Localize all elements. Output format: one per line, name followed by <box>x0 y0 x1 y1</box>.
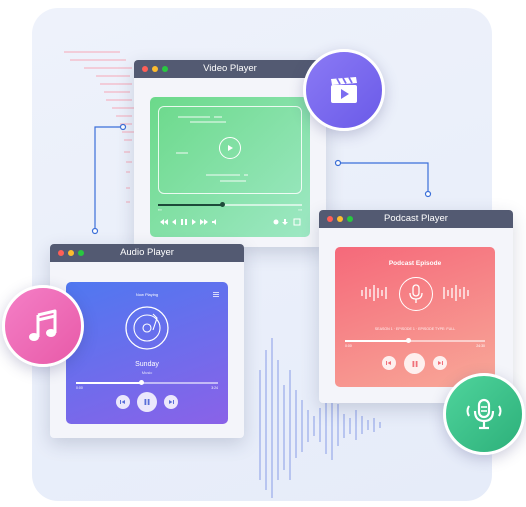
audio-player-titlebar: Audio Player <box>50 244 244 262</box>
audio-player-title: Audio Player <box>120 247 174 258</box>
audio-progress-track[interactable] <box>76 380 218 385</box>
rewind-icon <box>172 219 176 225</box>
video-badge <box>303 49 385 131</box>
audio-progress-thumb[interactable] <box>138 380 144 385</box>
audio-progress-fill <box>76 382 142 384</box>
podcast-pause-button[interactable] <box>404 353 425 374</box>
window-controls <box>58 250 84 256</box>
skip-back-icon <box>386 361 391 365</box>
audio-time-total: 3:24 <box>211 386 218 390</box>
window-controls <box>142 66 168 72</box>
podcast-meta: SEASON 1 · EPISODE 1 · EPISODE TYPE: FUL… <box>374 327 456 331</box>
maximize-dot[interactable] <box>162 66 168 72</box>
audio-song-artist: Music <box>141 370 153 375</box>
podcast-screen: Podcast Episode SEASON 1 · EPISODE 1 · E… <box>335 247 495 387</box>
fullscreen-icon <box>293 218 301 226</box>
skip-back-icon <box>120 400 125 404</box>
pause-icon <box>144 399 150 405</box>
play-icon <box>192 219 196 225</box>
volume-icon <box>212 219 216 225</box>
podcast-mic-circle <box>399 277 433 311</box>
maximize-dot[interactable] <box>347 216 353 222</box>
close-dot[interactable] <box>58 250 64 256</box>
video-player-title: Video Player <box>203 63 257 74</box>
menu-icon[interactable] <box>213 292 219 297</box>
minimize-dot[interactable] <box>68 250 74 256</box>
skip-forward-icon <box>200 219 208 225</box>
audio-pause-button[interactable] <box>137 392 157 412</box>
pause-icon <box>181 219 183 225</box>
microphone-icon <box>409 284 423 303</box>
audio-song-title: Sunday <box>135 361 159 368</box>
music-badge <box>2 285 84 367</box>
close-dot[interactable] <box>142 66 148 72</box>
video-progress-track[interactable] <box>158 202 302 207</box>
audio-screen: Now Playing Sunday Music 0:00 3:24 <box>66 282 228 424</box>
podcast-next-button[interactable] <box>433 356 447 370</box>
podcast-heading: Podcast Episode <box>388 260 442 267</box>
mic-badge <box>443 373 525 455</box>
audio-now-playing: Now Playing <box>135 292 159 297</box>
video-clapper-icon <box>331 77 357 103</box>
download-icon <box>282 219 288 225</box>
close-dot[interactable] <box>327 216 333 222</box>
video-time-total: ▪▪▪ <box>298 208 302 212</box>
skip-forward-icon <box>169 400 174 404</box>
vinyl-disc-icon <box>125 306 169 350</box>
podcast-progress-fill <box>345 340 408 342</box>
skip-forward-icon <box>438 361 443 365</box>
video-play-button[interactable] <box>219 137 241 159</box>
podcast-time-total: 24:30 <box>476 344 485 348</box>
window-controls <box>327 216 353 222</box>
podcast-player-title: Podcast Player <box>384 213 448 224</box>
video-screen: ▪▪▪ ▪▪▪ <box>150 97 310 237</box>
pause-icon <box>412 360 417 367</box>
play-icon <box>228 145 233 151</box>
minimize-dot[interactable] <box>152 66 158 72</box>
video-controls <box>160 218 301 226</box>
audio-prev-button[interactable] <box>116 395 130 409</box>
podcast-prev-button[interactable] <box>382 356 396 370</box>
maximize-dot[interactable] <box>78 250 84 256</box>
microphone-icon <box>466 398 502 430</box>
audio-time-elapsed: 0:00 <box>76 386 83 390</box>
skip-back-icon <box>160 219 168 225</box>
settings-icon <box>273 219 279 225</box>
audio-next-button[interactable] <box>164 395 178 409</box>
podcast-player-titlebar: Podcast Player <box>319 210 513 228</box>
minimize-dot[interactable] <box>337 216 343 222</box>
podcast-progress-track[interactable] <box>345 338 485 343</box>
podcast-progress-thumb[interactable] <box>405 338 411 343</box>
video-progress-fill <box>158 204 223 206</box>
music-note-icon <box>29 309 57 341</box>
video-player-titlebar: Video Player <box>134 60 326 78</box>
video-player-window: Video Player ▪▪▪ ▪▪▪ <box>134 60 326 247</box>
video-time-elapsed: ▪▪▪ <box>158 208 162 212</box>
podcast-time-elapsed: 0:00 <box>345 344 352 348</box>
